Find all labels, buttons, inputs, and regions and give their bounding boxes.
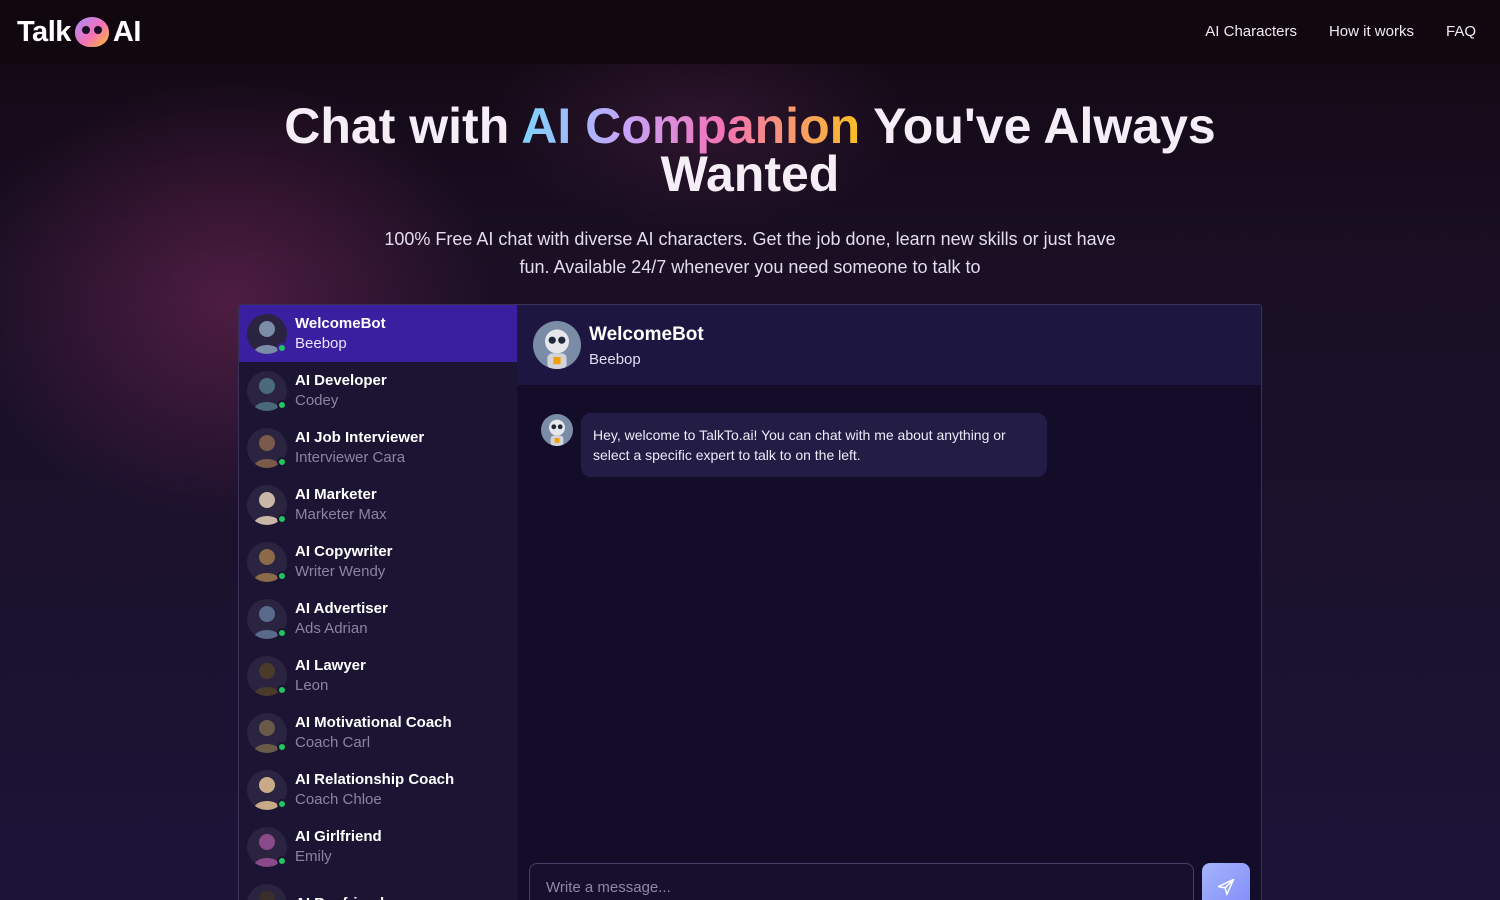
top-bar: Talk AI AI Characters How it works FAQ — [0, 0, 1500, 64]
sidebar-contact[interactable]: AI Relationship Coach Coach Chloe — [239, 761, 517, 818]
contact-name: AI Motivational Coach — [295, 713, 452, 731]
logo-text-right: AI — [112, 15, 142, 48]
contact-subtitle: Codey — [295, 391, 339, 409]
message-input[interactable] — [530, 864, 1193, 900]
logo-text-left: Talk — [17, 15, 71, 48]
contact-name: AI Copywriter — [295, 542, 393, 560]
online-status-icon — [277, 399, 287, 410]
hero-subtitle: 100% Free AI chat with diverse AI charac… — [384, 229, 1116, 277]
send-button[interactable] — [1202, 863, 1250, 900]
contact-avatar — [247, 370, 287, 411]
sidebar-contact[interactable]: AI Developer Codey — [239, 362, 517, 419]
contact-avatar — [247, 598, 287, 639]
robot-avatar-icon — [541, 414, 573, 446]
contact-subtitle: Leon — [295, 676, 329, 694]
chat-subtitle: Beebop — [589, 351, 641, 368]
send-icon — [1217, 878, 1235, 896]
sidebar-contact[interactable]: AI Marketer Marketer Max — [239, 476, 517, 533]
chat-header-avatar — [533, 321, 581, 369]
sidebar-contact[interactable]: AI Job Interviewer Interviewer Cara — [239, 419, 517, 476]
contact-avatar — [247, 826, 287, 867]
contact-subtitle: Coach Chloe — [295, 790, 382, 808]
nav-ai-characters[interactable]: AI Characters — [1205, 23, 1297, 40]
contact-avatar — [247, 883, 287, 900]
robot-avatar-icon — [533, 321, 581, 369]
logo[interactable]: Talk AI — [17, 15, 141, 49]
online-status-icon — [277, 684, 287, 695]
sidebar-contact[interactable]: WelcomeBot Beebop — [239, 305, 517, 362]
chat-panel: WelcomeBot Beebop AI Developer Codey AI Job … — [238, 304, 1262, 900]
contact-subtitle: Interviewer Cara — [295, 448, 406, 466]
contact-name: AI Girlfriend — [295, 827, 382, 845]
contact-avatar — [247, 769, 287, 810]
online-status-icon — [277, 741, 287, 752]
contact-subtitle: Emily — [295, 847, 332, 865]
contact-name: AI Developer — [295, 371, 387, 389]
contact-name: AI Marketer — [295, 485, 377, 503]
sidebar-contact[interactable]: AI Boyfriend — [239, 875, 517, 900]
character-sidebar: WelcomeBot Beebop AI Developer Codey AI Job … — [239, 305, 517, 900]
contact-name: AI Relationship Coach — [295, 770, 455, 788]
online-status-icon — [277, 855, 287, 866]
contact-subtitle: Coach Carl — [295, 733, 371, 751]
sidebar-contact[interactable]: AI Copywriter Writer Wendy — [239, 533, 517, 590]
contact-avatar — [247, 655, 287, 696]
hero-title-start: Chat with — [284, 98, 522, 154]
message-input-wrapper — [529, 863, 1194, 900]
online-status-icon — [277, 513, 287, 524]
sidebar-contact[interactable]: AI Lawyer Leon — [239, 647, 517, 704]
sidebar-contact[interactable]: AI Motivational Coach Coach Carl — [239, 704, 517, 761]
contact-name: AI Job Interviewer — [295, 428, 425, 446]
chat-header: WelcomeBot Beebop — [517, 305, 1261, 385]
hero-title: Chat with AI Companion You've Always Wan… — [250, 101, 1250, 199]
online-status-icon — [277, 570, 287, 581]
logo-face-icon — [74, 17, 109, 47]
contact-avatar — [247, 541, 287, 582]
online-status-icon — [277, 456, 287, 467]
message-avatar — [541, 414, 573, 446]
contact-subtitle: Beebop — [295, 334, 347, 352]
contact-name: AI Boyfriend — [295, 894, 384, 900]
contact-name: WelcomeBot — [295, 314, 386, 332]
contact-avatar — [247, 427, 287, 468]
sidebar-contact[interactable]: AI Girlfriend Emily — [239, 818, 517, 875]
contact-avatar — [247, 712, 287, 753]
sidebar-contact[interactable]: AI Advertiser Ads Adrian — [239, 590, 517, 647]
online-status-icon — [277, 627, 287, 638]
person-avatar-icon — [247, 883, 287, 900]
nav-how-it-works[interactable]: How it works — [1329, 23, 1414, 40]
contact-subtitle: Marketer Max — [295, 505, 387, 523]
online-status-icon — [277, 798, 287, 809]
main-nav: AI Characters How it works FAQ — [1205, 23, 1476, 40]
contact-name: AI Advertiser — [295, 599, 388, 617]
chat-area: WelcomeBot Beebop Hey, welcome to TalkTo… — [517, 305, 1261, 900]
contact-avatar — [247, 484, 287, 525]
contact-subtitle: Writer Wendy — [295, 562, 386, 580]
online-status-icon — [277, 342, 287, 353]
message-bubble: Hey, welcome to TalkTo.ai! You can chat … — [581, 413, 1047, 477]
chat-title: WelcomeBot — [589, 324, 704, 345]
contact-name: AI Lawyer — [295, 656, 366, 674]
nav-faq[interactable]: FAQ — [1446, 23, 1476, 40]
contact-avatar — [247, 313, 287, 354]
contact-subtitle: Ads Adrian — [295, 619, 368, 637]
